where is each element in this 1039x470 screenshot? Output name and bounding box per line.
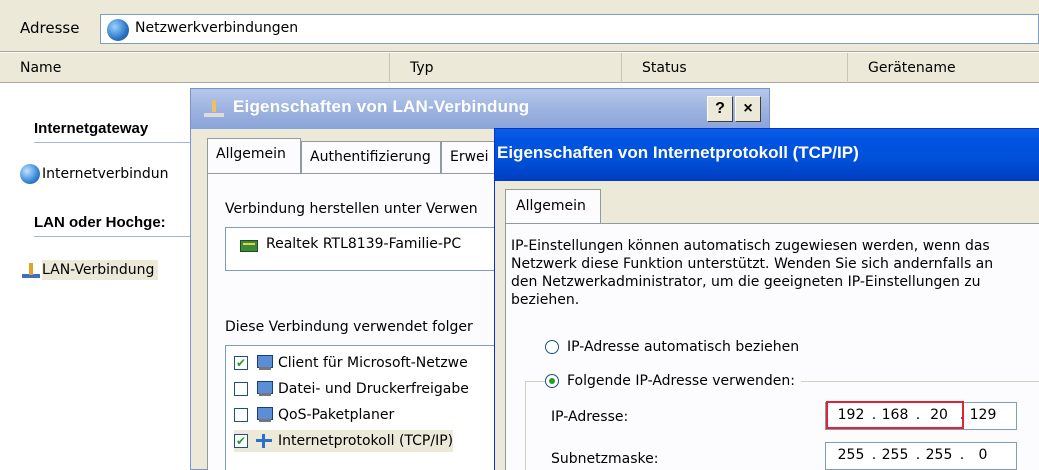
radio-manual-ip-circle[interactable] bbox=[545, 374, 559, 388]
component-label: Internetprotokoll (TCP/IP) bbox=[278, 433, 454, 449]
column-header: Name Typ Status Gerätename bbox=[0, 53, 1039, 83]
address-bar: Adresse Netzwerkverbindungen bbox=[0, 0, 1039, 52]
connections-list: Internetgateway Internetverbindun LAN od… bbox=[0, 84, 204, 470]
description-line: den Netzwerkadministrator, um die geeign… bbox=[511, 274, 981, 290]
radio-auto-ip-label: IP-Adresse automatisch beziehen bbox=[567, 339, 800, 355]
help-button[interactable]: ? bbox=[707, 96, 733, 122]
subnet-octet-4: 0 bbox=[978, 447, 988, 463]
lan-connection-icon bbox=[203, 99, 225, 119]
column-name[interactable]: Name bbox=[0, 53, 390, 83]
subnet-octet-2: 255 bbox=[881, 447, 909, 463]
address-field[interactable]: Netzwerkverbindungen bbox=[100, 14, 1039, 44]
tab-allgemein[interactable]: Allgemein bbox=[207, 138, 301, 174]
lan-dialog-titlebar[interactable]: Eigenschaften von LAN-Verbindung ? × bbox=[191, 89, 769, 129]
component-checkbox[interactable]: ✔ bbox=[234, 356, 248, 370]
internet-connection-item[interactable]: Internetverbindun bbox=[20, 164, 169, 184]
group-lan-highspeed: LAN oder Hochge: bbox=[34, 214, 166, 231]
subnet-mask-input[interactable]: 255 . 255 . 255 . 0 bbox=[825, 442, 1017, 470]
network-connections-icon bbox=[107, 19, 129, 41]
internet-connection-icon bbox=[20, 164, 40, 184]
column-status[interactable]: Status bbox=[622, 53, 848, 83]
components-list: ✔ Client für Microsoft-Netzwe Datei- und… bbox=[225, 345, 505, 470]
tab-erweitert[interactable]: Erwei bbox=[441, 141, 501, 173]
connect-using-label: Verbindung herstellen unter Verwen bbox=[225, 201, 478, 217]
component-label: Datei- und Druckerfreigabe bbox=[278, 381, 469, 397]
subnet-octet-3: 255 bbox=[925, 447, 953, 463]
group-internet-gateway: Internetgateway bbox=[34, 120, 149, 137]
list-item[interactable]: ✔ Client für Microsoft-Netzwe bbox=[234, 352, 468, 374]
adapter-name: Realtek RTL8139-Familie-PC bbox=[266, 236, 462, 252]
lan-dialog-title: Eigenschaften von LAN-Verbindung bbox=[233, 97, 530, 116]
description-line: IP-Einstellungen können automatisch zuge… bbox=[511, 238, 990, 254]
client-icon bbox=[256, 355, 274, 371]
column-device-name[interactable]: Gerätename bbox=[848, 53, 1039, 83]
group-divider bbox=[34, 236, 204, 237]
radio-auto-ip-circle[interactable] bbox=[545, 340, 559, 354]
close-button[interactable]: × bbox=[735, 96, 761, 122]
tab-authentifizierung[interactable]: Authentifizierung bbox=[301, 141, 441, 173]
subnet-dot: . bbox=[959, 447, 965, 463]
description-line: Netzwerk diese Funktion unterstützt. Wen… bbox=[511, 256, 994, 272]
address-label: Adresse bbox=[20, 19, 80, 37]
adapter-field: Realtek RTL8139-Familie-PC bbox=[225, 227, 525, 271]
lan-connection-icon bbox=[20, 261, 40, 279]
tcpip-dialog-title: Eigenschaften von Internetprotokoll (TCP… bbox=[497, 143, 859, 162]
component-checkbox[interactable]: ✔ bbox=[234, 434, 248, 448]
radio-manual-ip[interactable]: Folgende IP-Adresse verwenden: bbox=[545, 373, 801, 389]
subnet-dot: . bbox=[871, 447, 877, 463]
address-value: Netzwerkverbindungen bbox=[135, 20, 299, 36]
radio-auto-ip[interactable]: IP-Adresse automatisch beziehen bbox=[545, 339, 799, 355]
subnet-dot: . bbox=[915, 447, 921, 463]
subnet-octet-1: 255 bbox=[837, 447, 865, 463]
tcpip-dialog-titlebar[interactable]: Eigenschaften von Internetprotokoll (TCP… bbox=[495, 129, 1039, 181]
lan-connection-label: LAN-Verbindung bbox=[42, 260, 159, 280]
list-item[interactable]: QoS-Paketplaner bbox=[234, 404, 394, 426]
component-label: Client für Microsoft-Netzwe bbox=[278, 355, 468, 371]
component-checkbox[interactable] bbox=[234, 382, 248, 396]
tab-allgemein[interactable]: Allgemein bbox=[505, 189, 601, 223]
file-sharing-icon bbox=[256, 381, 274, 397]
internet-connection-label: Internetverbindun bbox=[42, 166, 169, 182]
component-label: QoS-Paketplaner bbox=[278, 407, 395, 423]
component-checkbox[interactable] bbox=[234, 408, 248, 422]
ip-octet-4: 129 bbox=[969, 407, 997, 423]
list-item[interactable]: ✔ Internetprotokoll (TCP/IP) bbox=[234, 430, 454, 452]
list-item[interactable]: Datei- und Druckerfreigabe bbox=[234, 378, 469, 400]
radio-manual-ip-label: Folgende IP-Adresse verwenden: bbox=[567, 373, 795, 389]
qos-icon bbox=[256, 407, 274, 423]
ip-address-label: IP-Adresse: bbox=[551, 409, 629, 425]
network-adapter-icon bbox=[240, 240, 258, 252]
lan-connection-item[interactable]: LAN-Verbindung bbox=[20, 260, 159, 280]
column-type[interactable]: Typ bbox=[390, 53, 622, 83]
components-label: Diese Verbindung verwendet folger bbox=[225, 319, 473, 335]
subnet-mask-label: Subnetzmaske: bbox=[551, 451, 659, 467]
ip-settings-description: IP-Einstellungen können automatisch zuge… bbox=[511, 237, 1031, 309]
description-line: beziehen. bbox=[511, 292, 580, 308]
protocol-icon bbox=[256, 433, 274, 449]
group-divider bbox=[34, 142, 204, 143]
network-portion-highlight bbox=[826, 401, 964, 429]
